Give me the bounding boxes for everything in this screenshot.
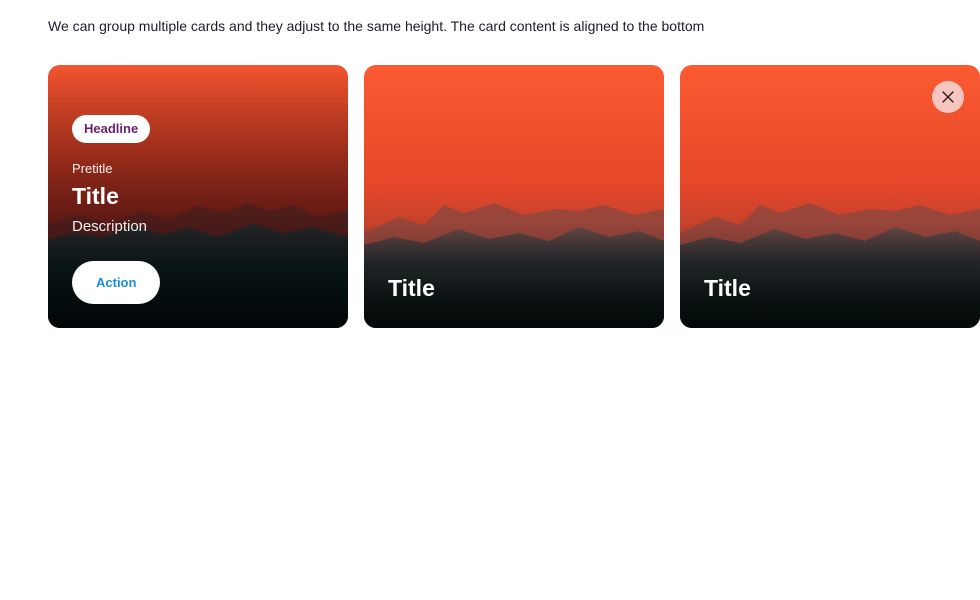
headline-chip: Headline [72, 115, 151, 143]
card-title: Title [704, 275, 751, 301]
intro-text: We can group multiple cards and they adj… [48, 18, 705, 34]
card-description: Description [72, 218, 148, 235]
card-title-only[interactable]: Title [364, 65, 664, 328]
close-icon [942, 91, 954, 103]
card-content: Headline Pretitle Title Description Acti… [72, 115, 324, 304]
card-group: Headline Pretitle Title Description Acti… [48, 65, 980, 328]
card-dismissible[interactable]: Title [680, 65, 980, 328]
card-title: Title [388, 275, 435, 301]
page: We can group multiple cards and they adj… [0, 0, 980, 600]
card-pretitle: Pretitle [72, 161, 113, 176]
action-button[interactable]: Action [72, 261, 161, 304]
card-full[interactable]: Headline Pretitle Title Description Acti… [48, 65, 348, 328]
close-button[interactable] [932, 81, 964, 113]
card-title: Title [72, 183, 119, 209]
